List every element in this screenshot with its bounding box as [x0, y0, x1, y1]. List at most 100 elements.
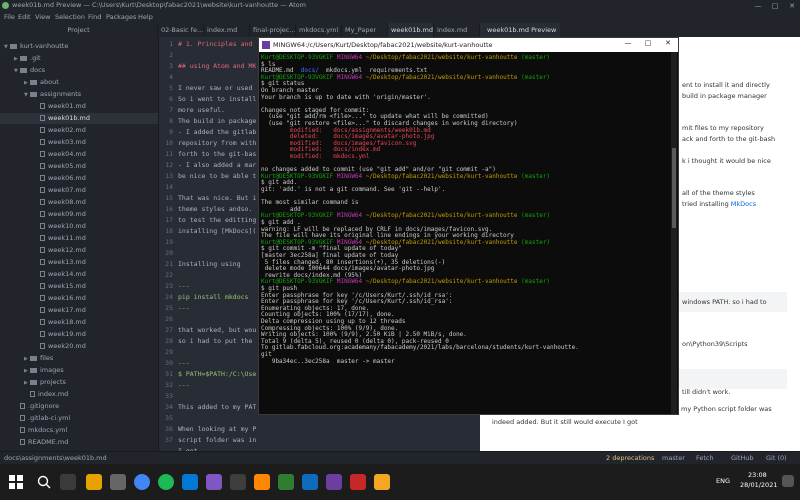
language-indicator[interactable]: ENG — [716, 477, 730, 485]
status-branch[interactable]: master — [662, 454, 685, 462]
tree-item[interactable]: ▶ projects — [0, 377, 66, 388]
preview-link[interactable]: MkDocs — [731, 200, 756, 208]
search-icon[interactable] — [36, 474, 52, 490]
project-tree: ▼ kurt-vanhoutte ▶ .git ▼ docs ▶ about ▼ assignme… — [0, 37, 159, 451]
tree-item-label: week13.md — [48, 258, 86, 266]
tab-mkdocs-yml[interactable]: mkdocs.yml — [296, 23, 342, 37]
tree-item[interactable]: week03.md — [0, 137, 86, 148]
tab-basic-fe[interactable]: 02-Basic fe... — [158, 23, 204, 37]
sketch-icon[interactable] — [374, 474, 390, 490]
spotify-icon[interactable] — [158, 474, 174, 490]
tree-item[interactable]: week20.md — [0, 341, 86, 352]
tab-my-paper[interactable]: My_Paper — [342, 23, 388, 37]
tree-item[interactable]: week13.md — [0, 257, 86, 268]
tab-week01b-md[interactable]: week01b.md — [388, 23, 434, 37]
minimize-button[interactable]: — — [750, 0, 766, 12]
tab-index-md[interactable]: index.md — [204, 23, 250, 37]
terminal-maximize-button[interactable]: □ — [640, 39, 656, 47]
tree-item[interactable]: week12.md — [0, 245, 86, 256]
file-explorer-icon[interactable] — [86, 474, 102, 490]
tree-item[interactable]: week07.md — [0, 185, 86, 196]
tree-item[interactable]: ▶ files — [0, 353, 53, 364]
clock-date[interactable]: 28/01/2021 — [740, 481, 777, 489]
edge-icon[interactable] — [182, 474, 198, 490]
tree-item[interactable]: week18.md — [0, 317, 86, 328]
tree-item[interactable]: week01.md — [0, 101, 86, 112]
terminal-scrollbar[interactable] — [671, 52, 677, 414]
tree-item[interactable]: ▶ .git — [0, 53, 41, 64]
tree-item[interactable]: ▼ assignments — [0, 89, 81, 100]
tree-item[interactable]: week05.md — [0, 161, 86, 172]
status-file-path[interactable]: docs\assignments\week01b.md — [4, 454, 107, 462]
terminal-minimize-button[interactable]: — — [620, 39, 636, 47]
tab-preview[interactable]: week01b.md Preview — [480, 23, 560, 37]
git-bash-taskbar-icon[interactable] — [326, 474, 342, 490]
line-number: 5 — [169, 84, 173, 92]
tree-root-folder[interactable]: ▼ kurt-vanhoutte — [4, 41, 68, 52]
preview-text: build in package manager — [682, 92, 767, 100]
menu-selection[interactable]: Selection — [55, 13, 85, 21]
menu-find[interactable]: Find — [88, 13, 101, 21]
vlc-icon[interactable] — [254, 474, 270, 490]
tree-item[interactable]: week15.md — [0, 281, 86, 292]
tree-item[interactable]: ▶ images — [0, 365, 64, 376]
tree-item[interactable]: week14.md — [0, 269, 86, 280]
preview-text: ent to install it and directly — [682, 81, 770, 89]
menu-view[interactable]: View — [35, 13, 50, 21]
status-deprecations[interactable]: 2 deprecations — [606, 454, 654, 462]
tree-item-label: week02.md — [48, 126, 86, 134]
tree-item[interactable]: week16.md — [0, 293, 86, 304]
status-fetch[interactable]: Fetch — [696, 454, 714, 462]
close-button[interactable]: ✕ — [784, 0, 800, 12]
task-view-icon[interactable] — [60, 474, 76, 490]
preview-text: mit files to my repository — [682, 124, 764, 132]
tree-item[interactable]: week17.md — [0, 305, 86, 316]
tree-item[interactable]: week10.md — [0, 221, 86, 232]
tree-item[interactable]: week09.md — [0, 209, 86, 220]
line-number: 1 — [169, 40, 173, 48]
maximize-button[interactable]: □ — [767, 0, 783, 12]
editor-line: That was nice. But i — [178, 194, 257, 202]
tree-item[interactable]: ▶ about — [0, 77, 59, 88]
preview-text: tried installing — [682, 200, 731, 208]
line-number: 32 — [165, 381, 173, 389]
terminal-scrollbar-thumb[interactable] — [672, 148, 676, 228]
menu-edit[interactable]: Edit — [18, 13, 31, 21]
tab-project[interactable]: Project — [0, 23, 158, 37]
tab-final-project[interactable]: final-projec... — [250, 23, 296, 37]
tab-index-md-2[interactable]: index.md — [434, 23, 480, 37]
tree-item[interactable]: .gitlab-ci.yml — [0, 413, 70, 424]
app-icon[interactable] — [350, 474, 366, 490]
status-git[interactable]: Git (0) — [766, 454, 787, 462]
tree-item[interactable]: mkdocs.yml — [0, 425, 67, 436]
tree-item[interactable]: week06.md — [0, 173, 86, 184]
tree-item[interactable]: ▼ docs — [0, 65, 45, 76]
line-number: 31 — [165, 370, 173, 378]
settings-icon[interactable] — [110, 474, 126, 490]
tree-item[interactable]: week19.md — [0, 329, 86, 340]
terminal-close-button[interactable]: ✕ — [660, 39, 676, 47]
file-icon — [40, 247, 45, 253]
tree-item[interactable]: week01b.md — [0, 113, 158, 124]
menu-help[interactable]: Help — [138, 13, 153, 21]
clock-time[interactable]: 23:08 — [748, 471, 767, 479]
atom-taskbar-icon[interactable] — [278, 474, 294, 490]
tree-item[interactable]: README.md — [0, 437, 68, 448]
line-number: 35 — [165, 414, 173, 422]
git-bash-terminal[interactable]: MINGW64:/c/Users/Kurt/Desktop/fabac2021/… — [258, 37, 679, 415]
tree-item[interactable]: week08.md — [0, 197, 86, 208]
tree-item[interactable]: week02.md — [0, 125, 86, 136]
tree-item[interactable]: .gitignore — [0, 401, 59, 412]
outlook-icon[interactable] — [302, 474, 318, 490]
windows-start-icon[interactable] — [8, 474, 24, 490]
tree-item[interactable]: index.md — [0, 389, 68, 400]
notification-icon[interactable] — [782, 475, 794, 487]
calculator-icon[interactable] — [230, 474, 246, 490]
tree-item[interactable]: week04.md — [0, 149, 86, 160]
menu-packages[interactable]: Packages — [106, 13, 136, 21]
tree-item[interactable]: week11.md — [0, 233, 86, 244]
menu-file[interactable]: File — [4, 13, 15, 21]
chrome-icon[interactable] — [134, 474, 150, 490]
status-github[interactable]: GitHub — [731, 454, 754, 462]
teams-icon[interactable] — [206, 474, 222, 490]
